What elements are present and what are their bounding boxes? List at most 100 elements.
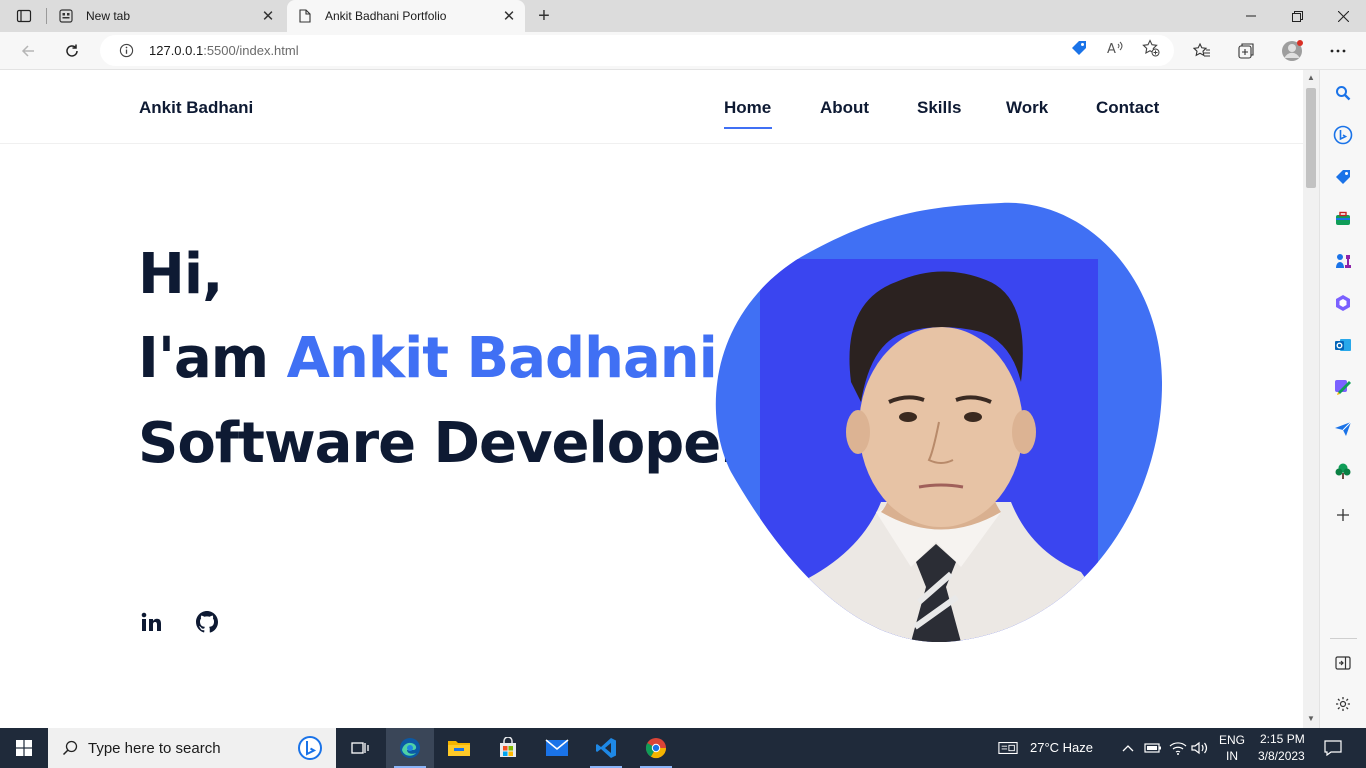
tab-separator	[46, 8, 47, 24]
hide-sidebar-icon[interactable]	[1333, 653, 1353, 673]
shopping-tag-icon[interactable]	[1333, 167, 1353, 187]
search-placeholder: Type here to search	[88, 739, 221, 757]
nav-home[interactable]: Home	[724, 98, 771, 118]
language-indicator[interactable]: ENG	[1219, 733, 1245, 747]
outlook-icon[interactable]	[1333, 335, 1353, 355]
coupon-tag-icon[interactable]	[1069, 38, 1089, 58]
taskbar-vscode[interactable]	[582, 728, 630, 768]
refresh-button[interactable]	[58, 37, 86, 65]
scroll-down-arrow-icon[interactable]: ▼	[1307, 715, 1315, 723]
nav-skills[interactable]: Skills	[917, 98, 961, 118]
site-info-icon[interactable]	[117, 42, 135, 60]
nav-about[interactable]: About	[820, 98, 869, 118]
clock-time[interactable]: 2:15 PM	[1260, 732, 1305, 746]
hero-greeting: Hi,	[138, 242, 223, 307]
chrome-icon	[645, 738, 667, 759]
minimize-button[interactable]	[1228, 0, 1274, 32]
edge-sidebar	[1319, 70, 1366, 728]
hero-role: Software Developer	[138, 411, 748, 476]
more-dots-icon	[1330, 49, 1346, 53]
taskbar-file-explorer[interactable]	[435, 728, 483, 768]
folder-icon	[448, 741, 470, 756]
profile-button[interactable]	[1278, 37, 1306, 65]
sidebar-separator	[1330, 638, 1357, 639]
microsoft-365-icon[interactable]	[1333, 293, 1353, 313]
tab-new-tab[interactable]: New tab ✕	[48, 0, 284, 32]
browser-toolbar: 127.0.0.1:5500/index.html A	[0, 32, 1366, 70]
new-tab-favicon-icon	[58, 8, 74, 24]
notification-center-icon[interactable]	[1323, 738, 1343, 758]
favorites-button[interactable]	[1188, 37, 1216, 65]
wifi-icon[interactable]	[1168, 738, 1188, 758]
tab-strip: New tab ✕ Ankit Badhani Portfolio ✕ +	[0, 0, 1366, 32]
url-text: 127.0.0.1:5500/index.html	[149, 43, 299, 58]
restore-button[interactable]	[1274, 0, 1320, 32]
tab-portfolio[interactable]: Ankit Badhani Portfolio ✕	[287, 0, 525, 32]
nav-contact[interactable]: Contact	[1096, 98, 1159, 118]
taskbar-store[interactable]	[484, 728, 532, 768]
back-button[interactable]	[14, 37, 42, 65]
bing-icon[interactable]	[296, 734, 324, 762]
language-region: IN	[1226, 749, 1238, 763]
search-icon[interactable]	[1333, 83, 1353, 103]
taskbar-mail[interactable]	[533, 728, 581, 768]
tab-title: New tab	[86, 9, 131, 23]
scroll-up-arrow-icon[interactable]: ▲	[1307, 74, 1315, 82]
site-header: Ankit Badhani Home About Skills Work Con…	[0, 70, 1303, 144]
scroll-thumb[interactable]	[1306, 88, 1316, 188]
page-favicon-icon	[297, 8, 313, 24]
add-favorite-icon[interactable]	[1141, 38, 1161, 58]
hero-intro-prefix: I'am	[138, 326, 287, 391]
taskbar-search-box[interactable]: Type here to search	[48, 728, 336, 768]
settings-more-button[interactable]	[1324, 37, 1352, 65]
avatar-icon	[1282, 40, 1303, 61]
collections-button[interactable]	[1232, 37, 1260, 65]
tab-actions-icon	[16, 9, 32, 23]
linkedin-icon[interactable]	[139, 610, 163, 634]
show-hidden-icons-chevron-icon[interactable]	[1118, 738, 1138, 758]
add-sidebar-app-icon[interactable]	[1333, 505, 1353, 525]
read-aloud-icon[interactable]: A	[1105, 38, 1125, 58]
tree-icon[interactable]	[1333, 461, 1353, 481]
tools-briefcase-icon[interactable]	[1333, 209, 1353, 229]
weather-icon[interactable]	[998, 738, 1018, 758]
page-viewport: Ankit Badhani Home About Skills Work Con…	[0, 70, 1303, 728]
hero-profile-image	[711, 202, 1165, 643]
refresh-icon	[66, 44, 78, 57]
favorites-icon	[1193, 42, 1210, 57]
page-scrollbar[interactable]: ▲ ▼	[1303, 70, 1319, 728]
volume-icon[interactable]	[1190, 738, 1210, 758]
task-view-icon	[351, 742, 369, 754]
search-icon	[60, 738, 80, 758]
send-drop-icon[interactable]	[1333, 419, 1353, 439]
bing-chat-icon[interactable]	[1333, 125, 1353, 145]
close-tab-icon[interactable]: ✕	[256, 4, 280, 28]
taskbar-edge[interactable]	[386, 728, 434, 768]
close-window-button[interactable]	[1320, 0, 1366, 32]
hero-intro: I'am Ankit Badhani	[138, 326, 718, 391]
collections-icon	[1238, 43, 1254, 59]
tab-actions-button[interactable]	[8, 4, 40, 28]
taskbar-chrome[interactable]	[632, 728, 680, 768]
site-logo[interactable]: Ankit Badhani	[139, 98, 253, 118]
start-button[interactable]	[0, 728, 48, 768]
designer-icon[interactable]	[1333, 377, 1353, 397]
store-bag-icon	[500, 737, 516, 757]
mail-icon	[545, 739, 569, 756]
github-icon[interactable]	[195, 610, 219, 634]
sidebar-settings-gear-icon[interactable]	[1333, 694, 1353, 714]
windows-logo-icon	[16, 740, 32, 756]
games-chess-icon[interactable]	[1333, 251, 1353, 271]
close-tab-icon[interactable]: ✕	[497, 4, 521, 28]
weather-text[interactable]: 27°C Haze	[1030, 740, 1093, 755]
tab-title: Ankit Badhani Portfolio	[325, 9, 447, 23]
back-arrow-icon	[21, 45, 34, 57]
task-view-button[interactable]	[336, 728, 384, 768]
svg-text:A: A	[1107, 42, 1116, 57]
address-bar[interactable]: 127.0.0.1:5500/index.html	[100, 35, 1174, 66]
new-tab-button[interactable]: +	[532, 4, 556, 28]
nav-active-indicator	[724, 127, 772, 129]
profile-photo-blob	[715, 202, 1163, 643]
battery-icon[interactable]	[1143, 738, 1163, 758]
nav-work[interactable]: Work	[1006, 98, 1048, 118]
